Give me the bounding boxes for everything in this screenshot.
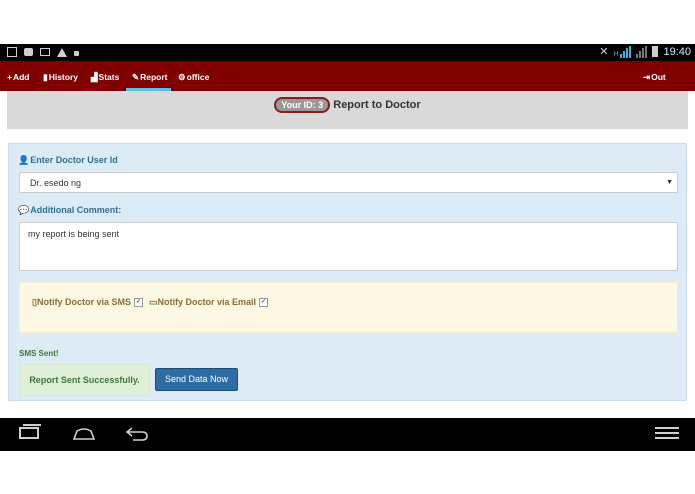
- menu-icon[interactable]: [655, 427, 679, 441]
- hspa-label: H: [613, 50, 619, 58]
- sms-status: SMS Sent!: [19, 349, 59, 358]
- nav-stats-label: Stats: [98, 72, 120, 82]
- chat-icon: [24, 48, 33, 56]
- nav-add-label: Add: [12, 72, 30, 82]
- tablet-icon: ▭: [149, 297, 158, 307]
- android-nav-bar: [0, 418, 695, 451]
- gear-icon: ⚙: [178, 72, 186, 82]
- nav-history[interactable]: ▮History: [43, 61, 78, 91]
- comment-label: 💬Additional Comment:: [18, 205, 121, 216]
- bar-chart-icon: ▟: [91, 72, 98, 82]
- pencil-icon: ✎: [132, 72, 140, 82]
- doctor-select-value: Dr. esedo ng: [30, 178, 82, 188]
- doctor-select[interactable]: Dr. esedo ng ▼: [19, 172, 678, 193]
- logout-button[interactable]: ⇥Out: [643, 61, 666, 91]
- mail-icon: [40, 48, 50, 56]
- nav-office-label: office: [186, 72, 210, 82]
- app-navbar: +Add ▮History ▟Stats ✎Report ⚙office ⇥Ou…: [0, 61, 695, 91]
- user-id-badge: Your ID: 3: [274, 97, 331, 113]
- notify-email-label: Notify Doctor via Email: [157, 297, 257, 307]
- mute-icon: ✕: [599, 46, 609, 58]
- notify-sms-option[interactable]: ▯Notify Doctor via SMS ✓: [32, 297, 143, 308]
- signal-icon: [636, 45, 648, 58]
- doctor-id-label: 👤Enter Doctor User Id: [18, 155, 118, 166]
- notify-sms-label: Notify Doctor via SMS: [36, 297, 131, 307]
- nav-report[interactable]: ✎Report: [126, 61, 171, 91]
- notify-email-option[interactable]: ▭Notify Doctor via Email ✓: [149, 297, 269, 308]
- nav-office[interactable]: ⚙office: [178, 61, 209, 91]
- notify-email-checkbox[interactable]: ✓: [259, 298, 269, 307]
- system-icons: ✕ H 19:40: [599, 45, 691, 58]
- home-icon[interactable]: [72, 427, 96, 440]
- user-icon: 👤: [18, 155, 30, 165]
- warning-icon: [57, 47, 67, 57]
- nav-history-label: History: [48, 72, 78, 82]
- page-header: Your ID: 3 Report to Doctor: [7, 91, 688, 129]
- image-icon: [7, 47, 17, 57]
- page-heading: Your ID: 3 Report to Doctor: [7, 97, 688, 113]
- logout-label: Out: [651, 72, 666, 82]
- comment-label-text: Additional Comment:: [30, 205, 122, 215]
- battery-icon: [652, 46, 659, 57]
- chevron-down-icon: ▼: [666, 179, 673, 186]
- notification-icons: [7, 47, 79, 57]
- hspa-signal-icon: H: [613, 45, 632, 58]
- comment-textarea[interactable]: my report is being sent: [19, 222, 678, 271]
- recent-apps-icon[interactable]: [19, 424, 41, 439]
- back-icon[interactable]: [125, 427, 149, 441]
- nav-report-label: Report: [140, 72, 168, 82]
- nav-add[interactable]: +Add: [7, 61, 30, 91]
- plus-icon: +: [7, 72, 12, 82]
- status-clock: 19:40: [663, 45, 691, 58]
- logout-icon: ⇥: [643, 72, 651, 82]
- nav-stats[interactable]: ▟Stats: [91, 61, 119, 91]
- comment-icon: 💬: [18, 205, 30, 215]
- android-status-bar: ✕ H 19:40: [0, 44, 695, 61]
- lock-icon: [74, 51, 79, 56]
- success-alert: Report Sent Successfully.: [19, 364, 150, 396]
- history-icon: ▮: [43, 72, 48, 82]
- notify-options: ▯Notify Doctor via SMS ✓ ▭Notify Doctor v…: [19, 282, 678, 333]
- page-title: Report to Doctor: [333, 99, 421, 111]
- notify-sms-checkbox[interactable]: ✓: [133, 298, 143, 307]
- doctor-id-label-text: Enter Doctor User Id: [30, 155, 118, 165]
- report-form-panel: 👤Enter Doctor User Id Dr. esedo ng ▼ 💬Ad…: [8, 143, 687, 401]
- send-data-button[interactable]: Send Data Now: [155, 368, 238, 391]
